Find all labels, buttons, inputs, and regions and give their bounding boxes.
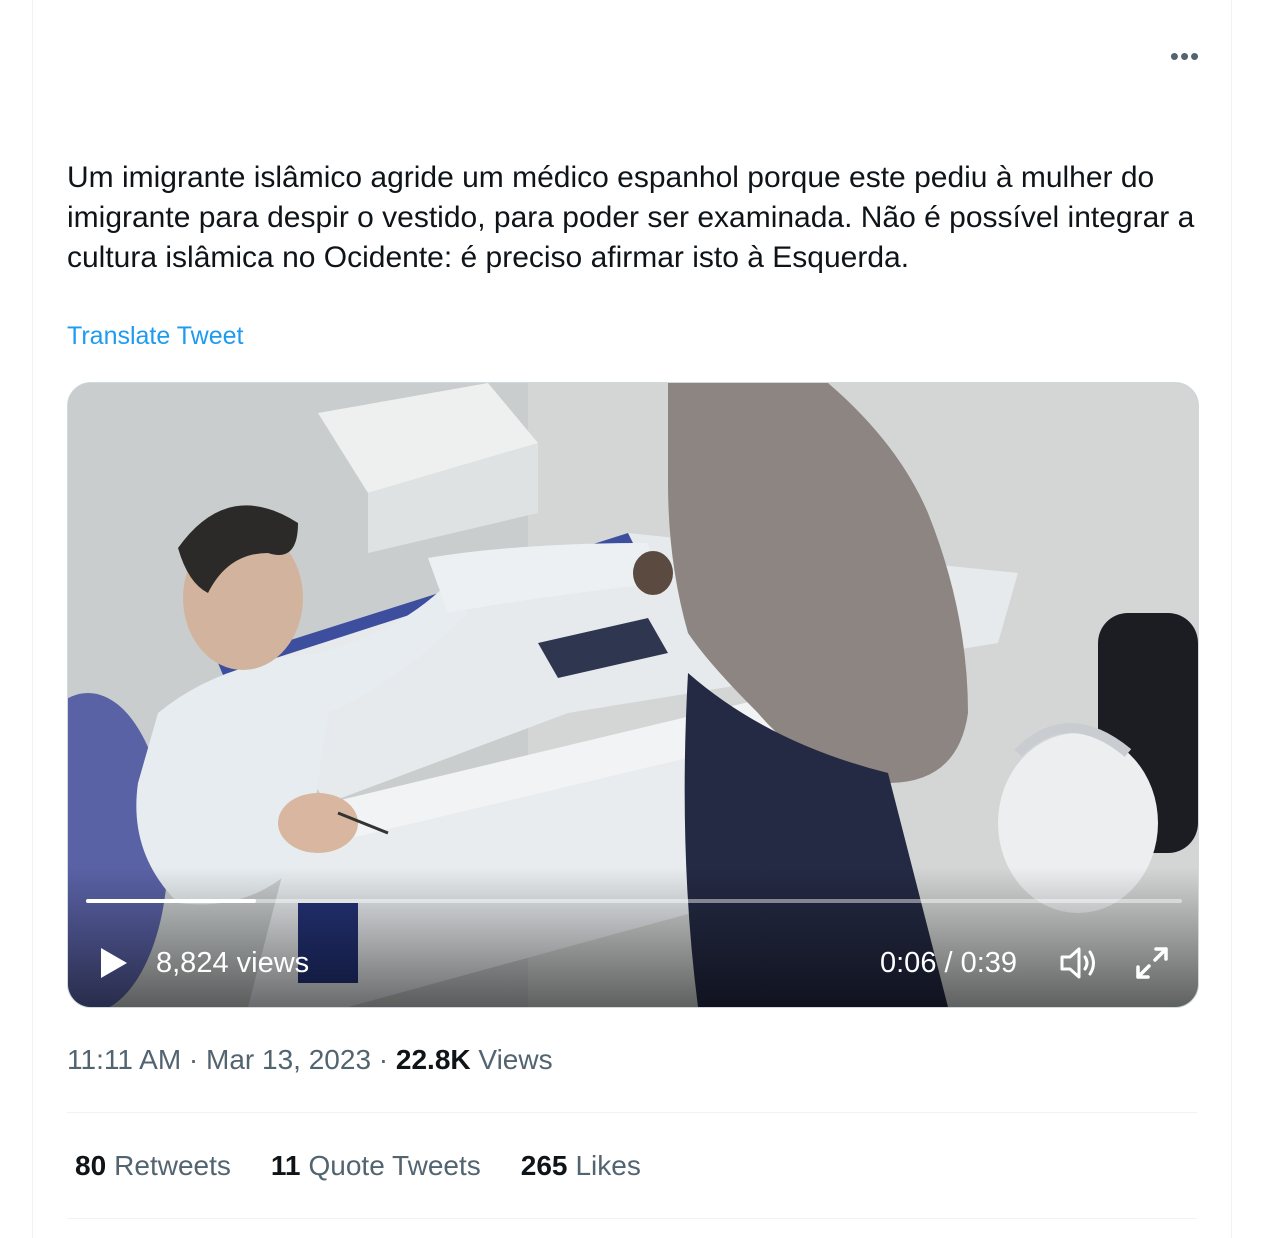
tweet-card: ••• Um imigrante islâmico agride um médi… — [32, 0, 1232, 1238]
likes-stat[interactable]: 265 Likes — [521, 1146, 641, 1186]
divider — [67, 1218, 1197, 1219]
likes-label: Likes — [575, 1150, 641, 1181]
video-scrubber[interactable] — [86, 899, 1182, 903]
retweets-count: 80 — [75, 1150, 107, 1181]
video-time: 0:06 / 0:39 — [880, 947, 1018, 979]
tweet-timestamp[interactable]: 11:11 AM · Mar 13, 2023 · — [67, 1044, 396, 1075]
tweet-text: Um imigrante islâmico agride um médico e… — [67, 161, 1203, 274]
retweets-stat[interactable]: 80 Retweets — [75, 1146, 231, 1186]
video-view-count: 8,824 views — [156, 947, 310, 979]
video-controls-shade — [68, 867, 1198, 1007]
tweet-meta: 11:11 AM · Mar 13, 2023 · 22.8K Views — [67, 1040, 553, 1080]
quote-tweets-count: 11 — [270, 1150, 301, 1181]
video-progress — [86, 899, 256, 903]
fullscreen-icon — [1136, 947, 1168, 979]
volume-icon — [1060, 947, 1095, 979]
translate-tweet-link[interactable]: Translate Tweet — [67, 322, 243, 351]
play-button[interactable] — [94, 943, 134, 983]
tweet-stats: 80 Retweets 11 Quote Tweets 265 Likes — [75, 1146, 641, 1186]
likes-count: 265 — [520, 1150, 568, 1181]
more-horizontal-icon: ••• — [1169, 41, 1201, 71]
retweets-label: Retweets — [114, 1150, 231, 1181]
divider — [67, 1112, 1197, 1113]
tweet-views-count: 22.8K — [395, 1044, 471, 1075]
fullscreen-button[interactable] — [1130, 941, 1174, 985]
play-icon — [101, 948, 127, 978]
more-options-button[interactable]: ••• — [1165, 38, 1205, 74]
quote-tweets-stat[interactable]: 11 Quote Tweets — [271, 1146, 481, 1186]
tweet-views-label: Views — [470, 1044, 553, 1075]
volume-button[interactable] — [1056, 941, 1102, 985]
video-player[interactable]: 8,824 views 0:06 / 0:39 — [67, 382, 1199, 1008]
quote-tweets-label: Quote Tweets — [308, 1150, 481, 1181]
